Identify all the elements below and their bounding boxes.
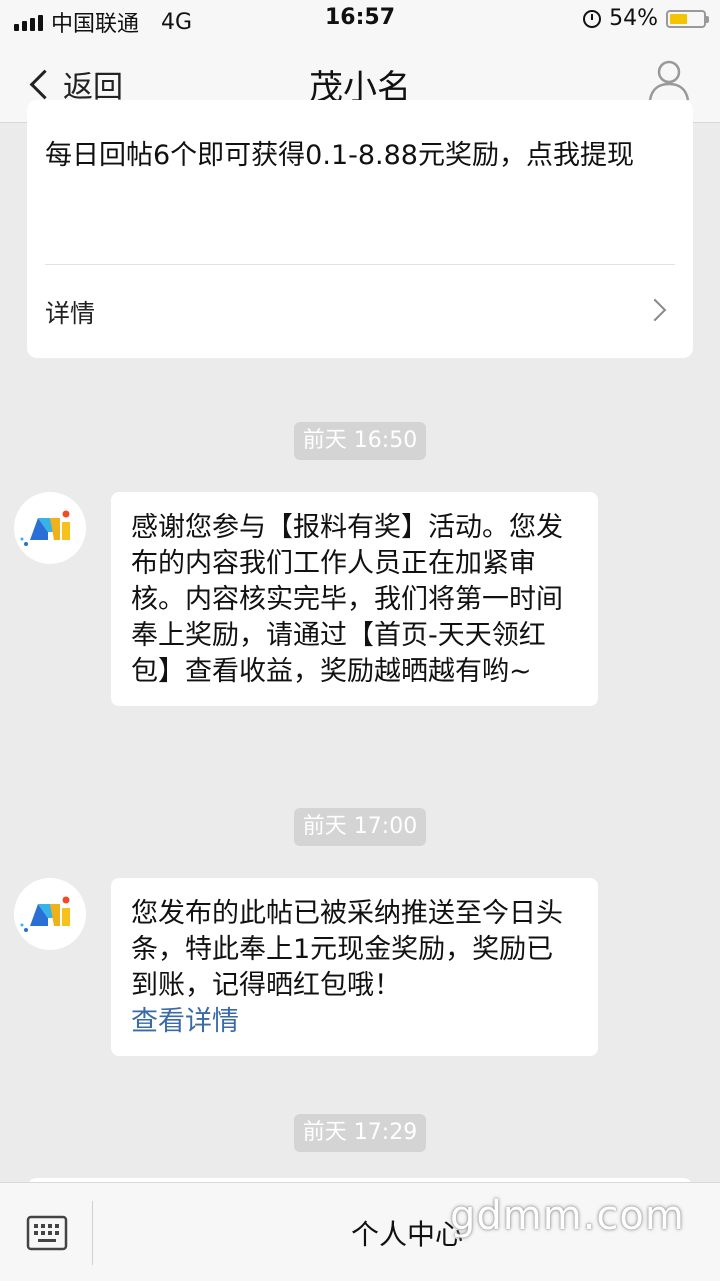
message-body: 您发布的此帖已被采纳推送至今日头条，特此奉上1元现金奖励，奖励已到账，记得晒红包… bbox=[131, 898, 563, 1001]
chevron-right-icon[interactable] bbox=[643, 298, 667, 322]
message-timestamp: 前天 16:50 bbox=[294, 422, 426, 460]
watermark: gdmm.com bbox=[450, 1193, 685, 1239]
alarm-icon bbox=[583, 9, 602, 28]
battery-icon bbox=[666, 9, 709, 28]
message-timestamp: 前天 17:00 bbox=[294, 808, 426, 846]
message-bubble: 您发布的此帖已被采纳推送至今日头条，特此奉上1元现金奖励，奖励已到账，记得晒红包… bbox=[111, 878, 598, 1056]
reward-card: 每日回帖6个即可获得0.1-8.88元奖励，点我提现 详情 bbox=[27, 100, 693, 358]
m-logo-icon bbox=[20, 510, 70, 546]
divider bbox=[92, 1201, 93, 1265]
avatar[interactable] bbox=[14, 492, 86, 564]
detail-link[interactable]: 详情 bbox=[45, 294, 95, 330]
card-text: 每日回帖6个即可获得0.1-8.88元奖励，点我提现 bbox=[45, 140, 634, 171]
view-details-link[interactable]: 查看详情 bbox=[131, 1004, 578, 1040]
m-logo-icon bbox=[20, 896, 70, 932]
battery-fill bbox=[670, 13, 688, 24]
status-bar: 中国联通 4G 16:57 54% bbox=[0, 0, 720, 40]
avatar[interactable] bbox=[14, 878, 86, 950]
battery-percent: 54% bbox=[609, 6, 658, 31]
message-timestamp: 前天 17:29 bbox=[294, 1114, 426, 1152]
user-profile-icon[interactable] bbox=[648, 58, 690, 102]
message-text: 感谢您参与【报料有奖】活动。您发布的内容我们工作人员正在加紧审核。内容核实完毕，… bbox=[131, 512, 563, 687]
divider bbox=[45, 264, 675, 265]
keyboard-icon[interactable] bbox=[26, 1213, 68, 1253]
message-text: 您发布的此帖已被采纳推送至今日头条，特此奉上1元现金奖励，奖励已到账，记得晒红包… bbox=[111, 878, 598, 1056]
message-bubble: 感谢您参与【报料有奖】活动。您发布的内容我们工作人员正在加紧审核。内容核实完毕，… bbox=[111, 492, 598, 706]
